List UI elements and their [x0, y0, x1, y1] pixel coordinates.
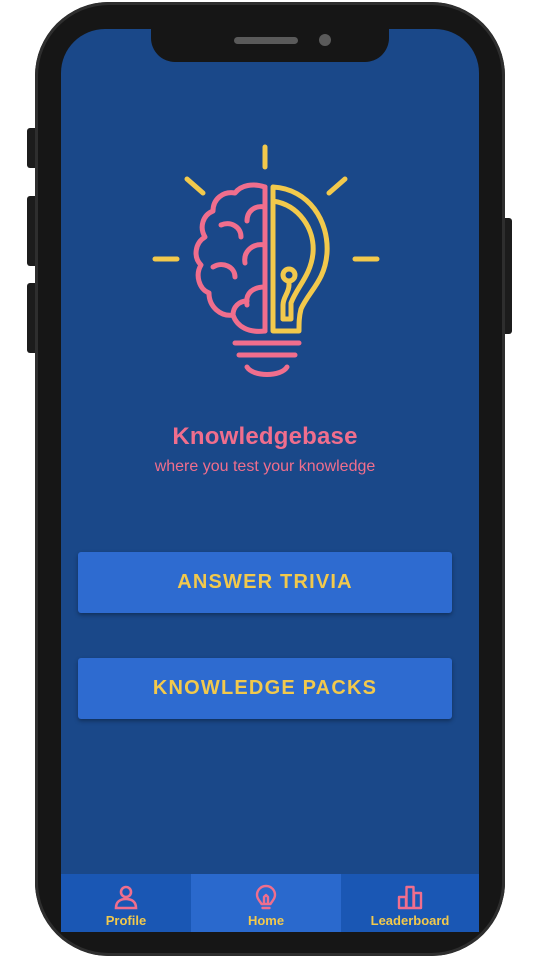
brain-lightbulb-logo-icon — [152, 144, 380, 377]
front-camera — [319, 34, 331, 46]
earpiece-speaker — [234, 37, 298, 44]
lightbulb-icon — [255, 884, 277, 910]
app-screen: Knowledgebase where you test your knowle… — [61, 29, 479, 932]
app-tagline: where you test your knowledge — [154, 458, 376, 475]
nav-label-leaderboard: Leaderboard — [370, 913, 450, 928]
knowledge-packs-label: KNOWLEDGE PACKS — [152, 677, 378, 699]
bottom-nav: Profile Home Leaderboard — [61, 874, 479, 932]
power-button — [504, 218, 512, 334]
app-title: Knowledgebase — [172, 423, 358, 450]
bar-chart-icon — [397, 885, 423, 910]
nav-item-profile[interactable]: Profile — [61, 874, 191, 932]
nav-label-profile: Profile — [105, 913, 147, 928]
nav-item-home[interactable]: Home — [191, 874, 341, 932]
person-icon — [114, 885, 138, 910]
answer-trivia-label: ANSWER TRIVIA — [177, 571, 353, 593]
device-stage: Knowledgebase where you test your knowle… — [0, 0, 540, 960]
nav-item-leaderboard[interactable]: Leaderboard — [341, 874, 479, 932]
knowledge-packs-button[interactable]: KNOWLEDGE PACKS — [78, 658, 452, 719]
answer-trivia-button[interactable]: ANSWER TRIVIA — [78, 552, 452, 613]
nav-label-home: Home — [247, 913, 285, 928]
